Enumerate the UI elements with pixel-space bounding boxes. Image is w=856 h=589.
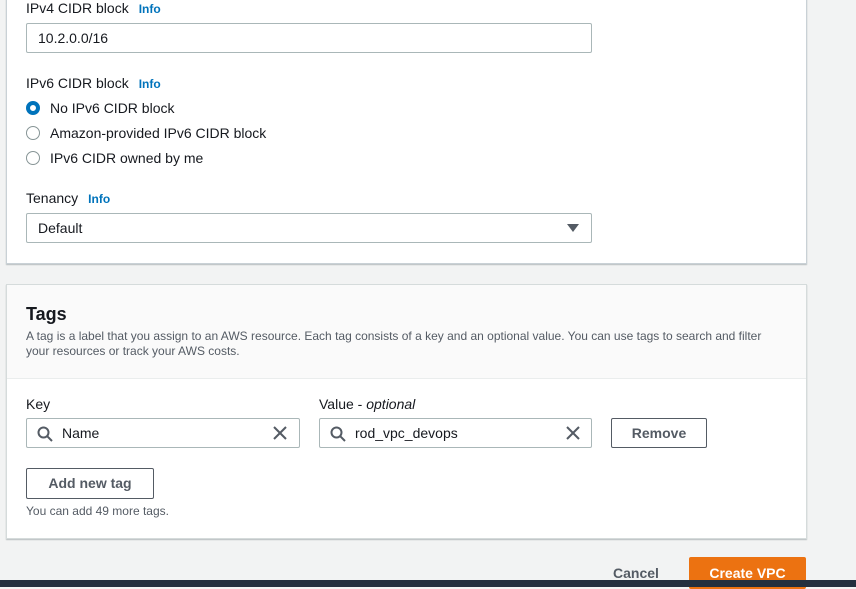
tag-key-input[interactable]: Name	[26, 418, 300, 448]
add-new-tag-button[interactable]: Add new tag	[26, 468, 154, 499]
tenancy-label: Tenancy Info	[26, 190, 110, 206]
tag-value-input[interactable]: rod_vpc_devops	[319, 418, 592, 448]
ipv4-cidr-value: 10.2.0.0/16	[38, 30, 109, 46]
radio-no-ipv6-label: No IPv6 CIDR block	[50, 100, 175, 116]
vpc-settings-panel: IPv4 CIDR block Info 10.2.0.0/16 IPv6 CID…	[6, 0, 807, 264]
radio-button[interactable]	[26, 126, 40, 140]
search-icon	[37, 426, 53, 442]
tenancy-select-value: Default	[38, 220, 83, 236]
tags-title: Tags	[26, 304, 67, 324]
radio-amazon-ipv6[interactable]: Amazon-provided IPv6 CIDR block	[26, 124, 266, 142]
tag-value-label: Value - optional	[319, 396, 415, 412]
radio-button-checked[interactable]	[26, 101, 40, 115]
radio-amazon-ipv6-label: Amazon-provided IPv6 CIDR block	[50, 125, 267, 141]
ipv6-cidr-label: IPv6 CIDR block Info	[26, 75, 161, 91]
caret-down-icon	[567, 224, 579, 232]
clear-icon[interactable]	[273, 426, 287, 440]
tag-value-label-text: Value	[319, 396, 354, 412]
ipv4-cidr-label: IPv4 CIDR block Info	[26, 0, 161, 16]
tenancy-label-text: Tenancy	[26, 190, 79, 206]
ipv4-cidr-input[interactable]: 10.2.0.0/16	[26, 23, 592, 53]
clear-icon[interactable]	[566, 426, 580, 440]
radio-owned-ipv6-label: IPv6 CIDR owned by me	[50, 150, 204, 166]
radio-button[interactable]	[26, 151, 40, 165]
radio-owned-ipv6[interactable]: IPv6 CIDR owned by me	[26, 149, 203, 167]
tags-remaining-note: You can add 49 more tags.	[26, 504, 169, 518]
radio-no-ipv6[interactable]: No IPv6 CIDR block	[26, 99, 174, 117]
tag-key-value: Name	[62, 425, 100, 441]
tag-value-optional: optional	[366, 396, 416, 412]
ipv4-info-link[interactable]: Info	[139, 2, 161, 16]
tag-value-separator: -	[353, 396, 367, 412]
ipv6-cidr-label-text: IPv6 CIDR block	[26, 75, 129, 91]
bottom-bar	[0, 580, 856, 587]
tenancy-select[interactable]: Default	[26, 213, 592, 243]
search-icon	[330, 426, 346, 442]
remove-tag-button[interactable]: Remove	[611, 418, 707, 448]
ipv4-cidr-label-text: IPv4 CIDR block	[26, 0, 129, 16]
tag-key-label: Key	[26, 396, 51, 412]
tags-panel: Tags A tag is a label that you assign to…	[6, 284, 807, 539]
tag-value-value: rod_vpc_devops	[355, 425, 458, 441]
cancel-button[interactable]: Cancel	[613, 565, 659, 581]
tags-description: A tag is a label that you assign to an A…	[26, 329, 762, 358]
tenancy-info-link[interactable]: Info	[88, 192, 110, 206]
ipv6-info-link[interactable]: Info	[139, 77, 161, 91]
